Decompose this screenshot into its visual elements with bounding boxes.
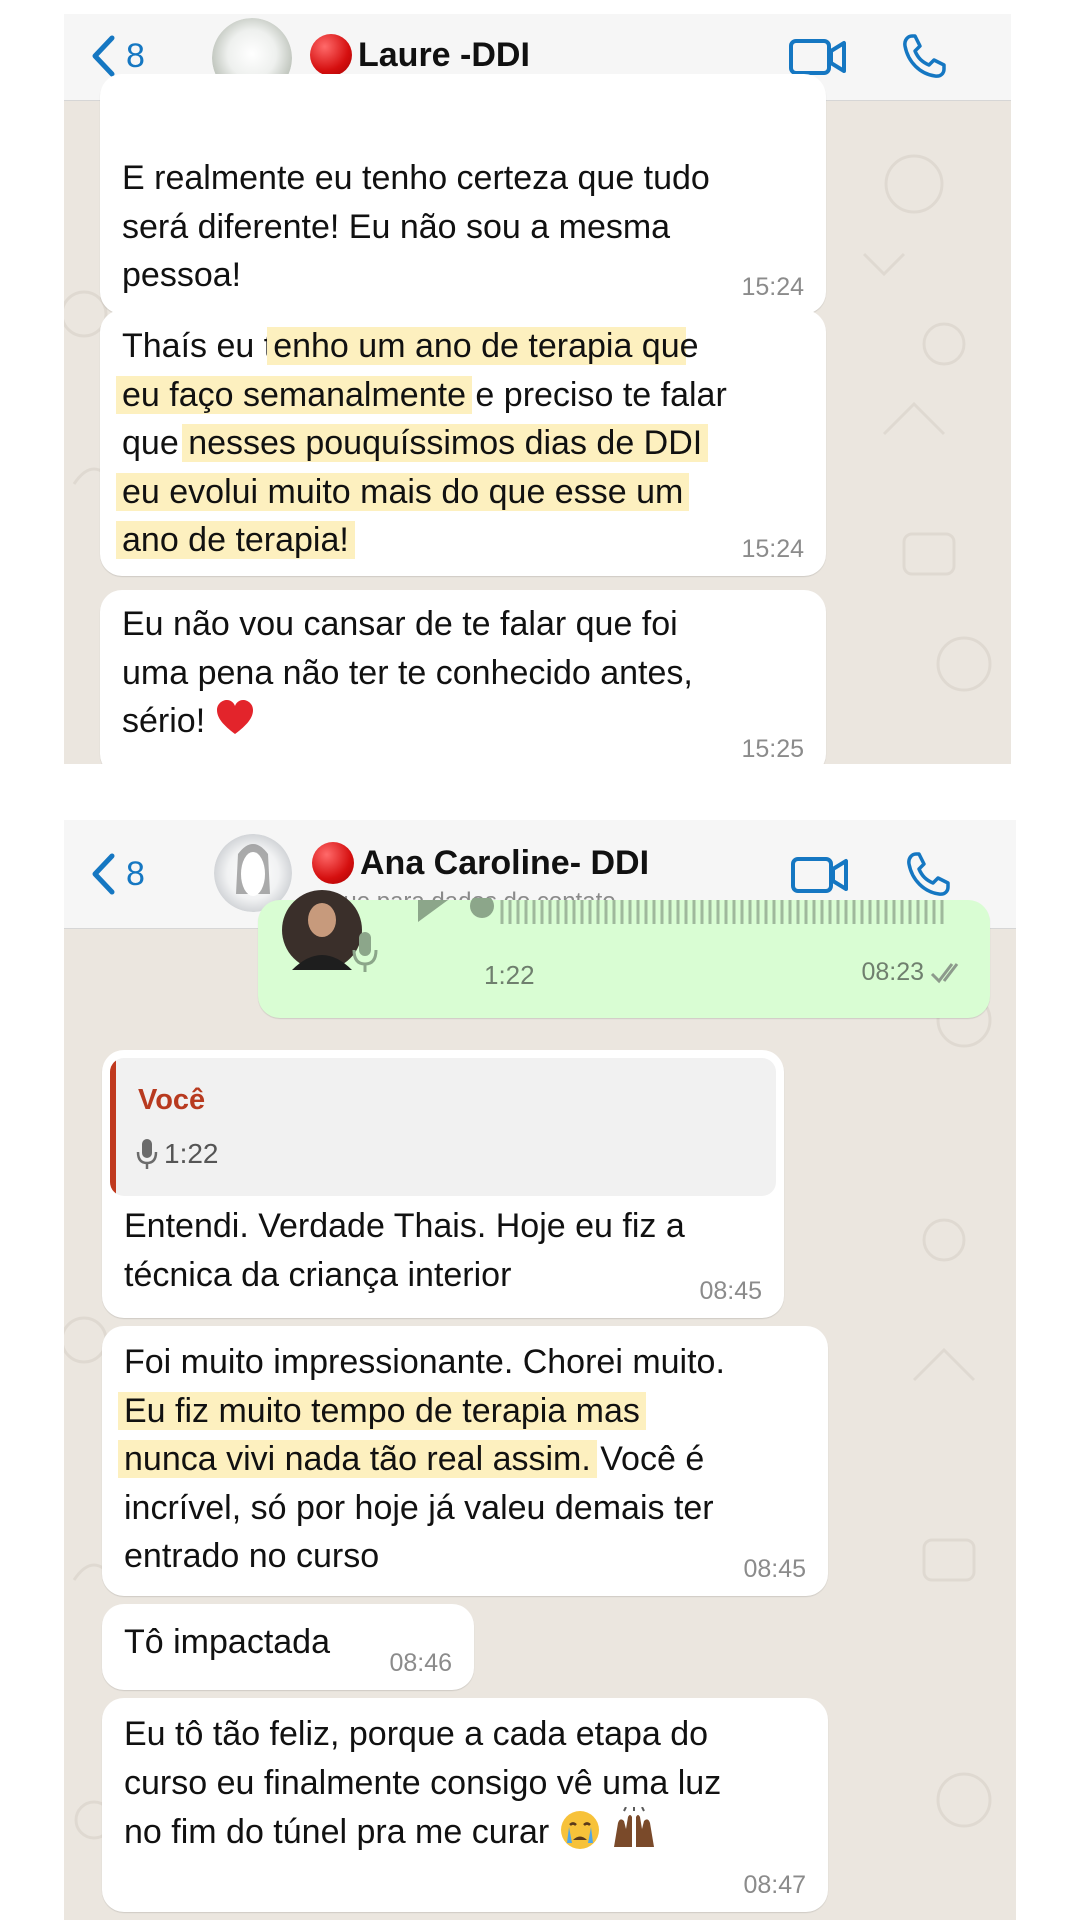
message-text: Foi muito impressionante. Chorei muito. … xyxy=(118,1338,808,1581)
back-button[interactable]: 8 xyxy=(90,34,145,78)
read-receipt-icon xyxy=(930,963,959,984)
message-time: 15:25 xyxy=(741,735,804,763)
message-time: 08:46 xyxy=(389,1649,452,1677)
unread-count: 8 xyxy=(126,36,145,75)
quote-voice-info: 1:22 xyxy=(136,1138,219,1170)
message-text: Thaís eu tenho um ano de terapia que eu … xyxy=(116,322,806,565)
message-text: Eu não vou cansar de te falar que foi um… xyxy=(122,605,693,740)
red-circle-icon xyxy=(310,34,352,76)
crying-face-icon xyxy=(560,1811,599,1849)
message-bubble-highlighted[interactable]: Thaís eu tenho um ano de terapia que eu … xyxy=(100,310,826,576)
message-time: 08:47 xyxy=(743,1871,806,1899)
highlight: nesses pouquíssimos dias de DDI xyxy=(182,424,709,462)
chevron-left-icon xyxy=(92,853,115,895)
highlight: ano de terapia! xyxy=(116,521,355,559)
back-button[interactable]: 8 xyxy=(90,852,145,896)
contact-title[interactable]: Laure -DDI xyxy=(310,34,530,76)
message-bubble-highlighted[interactable]: Foi muito impressionante. Chorei muito. … xyxy=(102,1326,828,1596)
message-text: E realmente eu tenho certeza que tudo se… xyxy=(122,159,710,294)
message-bubble[interactable]: Tô impactada 08:46 xyxy=(102,1604,474,1690)
voice-call-button[interactable] xyxy=(898,30,950,87)
audio-waveform[interactable] xyxy=(468,898,968,932)
message-bubble[interactable]: Eu tô tão feliz, porque a cada etapa do … xyxy=(102,1698,828,1912)
highlight: Eu fiz muito tempo de terapia mas xyxy=(118,1391,646,1430)
play-icon[interactable] xyxy=(408,900,458,930)
contact-name: Ana Caroline- DDI xyxy=(360,843,650,882)
red-heart-icon xyxy=(216,700,253,734)
phone-icon xyxy=(907,852,950,896)
microphone-icon xyxy=(352,932,378,972)
message-text: Eu tô tão feliz, porque a cada etapa do … xyxy=(124,1715,722,1851)
quote-accent-bar xyxy=(110,1058,116,1196)
video-camera-icon xyxy=(789,39,846,75)
message-time: 08:23 xyxy=(861,958,924,986)
quote-author: Você xyxy=(138,1084,206,1116)
highlight: eu evolui muito mais do que esse um xyxy=(116,472,690,511)
voice-message-bubble[interactable]: 1:22 08:23 xyxy=(258,890,990,1018)
voice-call-button[interactable] xyxy=(902,848,954,905)
video-call-button[interactable] xyxy=(790,854,850,901)
message-bubble[interactable]: Eu não vou cansar de te falar que foi um… xyxy=(100,590,826,764)
phone-icon xyxy=(903,34,946,78)
highlight: eu faço semanalmente xyxy=(116,375,472,414)
message-time: 08:45 xyxy=(743,1555,806,1583)
chevron-left-icon xyxy=(92,35,115,77)
unread-count: 8 xyxy=(126,854,145,893)
video-camera-icon xyxy=(791,857,848,893)
contact-title[interactable]: Ana Caroline- DDI xyxy=(312,842,649,884)
message-time: 15:24 xyxy=(741,273,804,301)
chat-screenshot-laure: 8 Laure -DDI E realmente eu tenho certez… xyxy=(64,14,1011,764)
message-time: 15:24 xyxy=(741,535,804,563)
message-text: Entendi. Verdade Thais. Hoje eu fiz a té… xyxy=(124,1207,685,1294)
message-bubble-reply[interactable]: Você 1:22 Entendi. Verdade Thais. Hoje e… xyxy=(102,1050,784,1318)
highlight: nunca vivi nada tão real assim. xyxy=(118,1440,597,1478)
chat-screenshot-ana: 8 Ana Caroline- DDI toque para dados do … xyxy=(64,820,1016,1920)
highlight: enho um ano de terapia qu xyxy=(267,327,686,365)
raising-hands-icon xyxy=(614,1807,655,1847)
message-bubble[interactable]: E realmente eu tenho certeza que tudo se… xyxy=(100,74,826,314)
quoted-message[interactable]: Você 1:22 xyxy=(110,1058,776,1196)
red-circle-icon xyxy=(312,842,354,884)
contact-name: Laure -DDI xyxy=(358,35,530,74)
message-time: 08:45 xyxy=(699,1277,762,1305)
voice-duration: 1:22 xyxy=(484,960,535,990)
microphone-icon xyxy=(136,1139,158,1169)
quote-duration: 1:22 xyxy=(164,1138,219,1169)
